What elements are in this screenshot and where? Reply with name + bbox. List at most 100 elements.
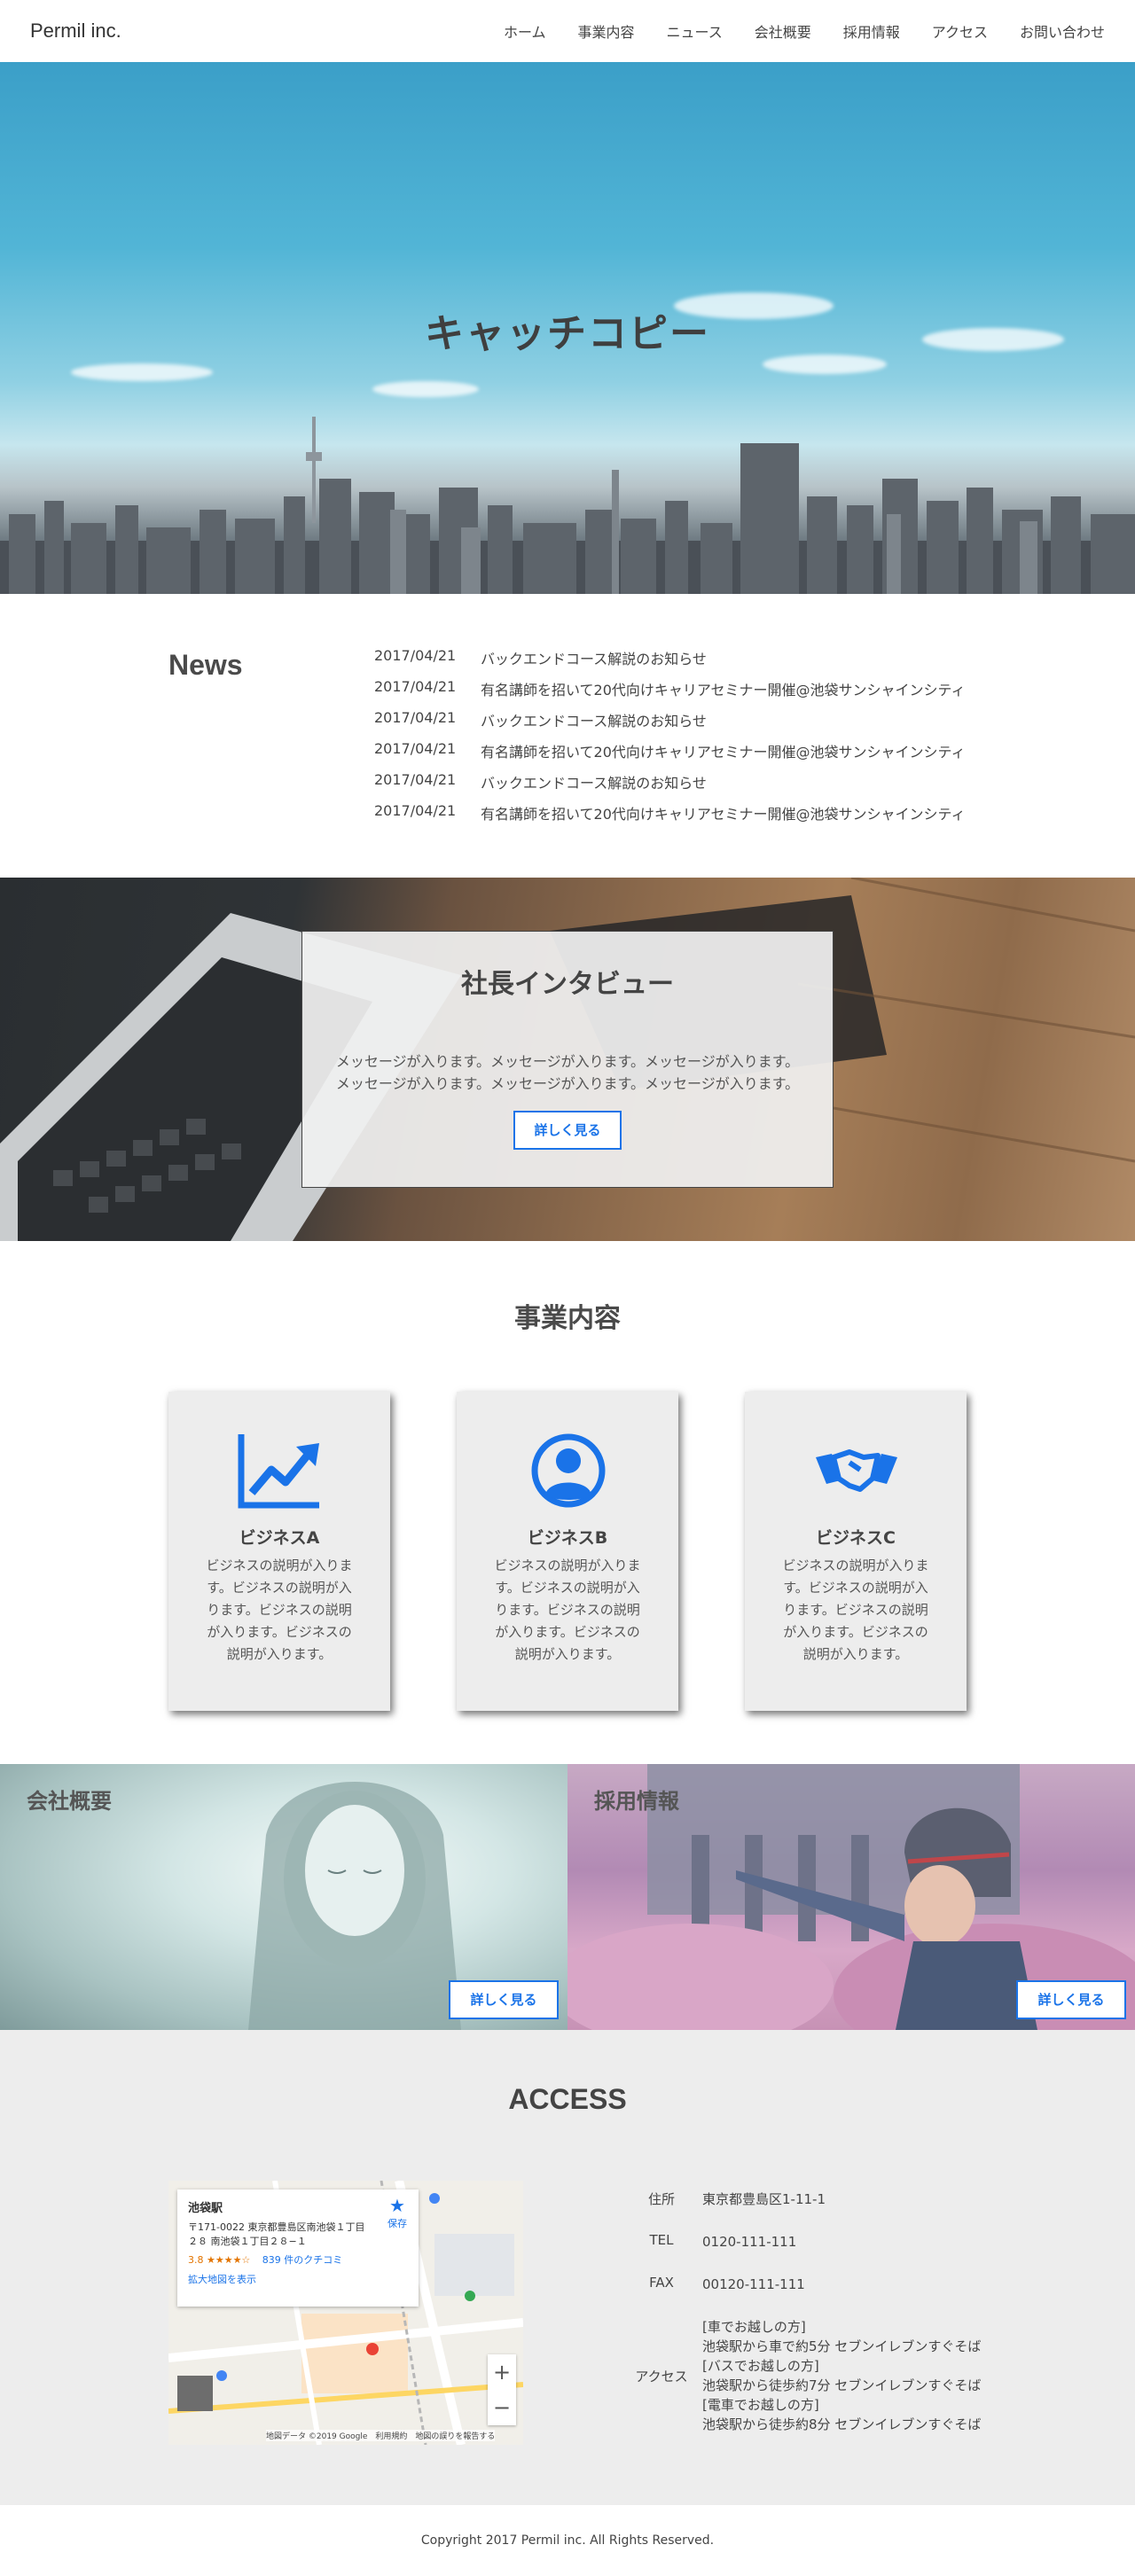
news-item[interactable]: 2017/04/21 バックエンドコース解説のお知らせ (374, 709, 966, 740)
business-card-b[interactable]: ビジネスB ビジネスの説明が入ります。ビジネスの説明が入ります。ビジネスの説明が… (457, 1392, 678, 1711)
info-row-tel: TEL 0120-111-111 (621, 2232, 981, 2275)
news-title[interactable]: バックエンドコース解説のお知らせ (481, 709, 707, 740)
map-place-name: 池袋駅 (188, 2202, 223, 2215)
business-card-description: ビジネスの説明が入ります。ビジネスの説明が入ります。ビジネスの説明が入ります。ビ… (494, 1557, 641, 1662)
news-date: 2017/04/21 (374, 802, 457, 819)
interview-title: 社長インタビュー (461, 969, 674, 1000)
news-section: News 2017/04/21 バックエンドコース解説のお知らせ 2017/04/… (0, 594, 1135, 878)
site-header: Permil inc. ホーム 事業内容 ニュース 会社概要 採用情報 アクセス… (0, 0, 1135, 62)
business-card-title: ビジネスA (239, 1528, 320, 1548)
recruit-panel-title: 採用情報 (594, 1789, 679, 1814)
news-title[interactable]: 有名講師を招いて20代向けキャリアセミナー開催@池袋サンシャインシティ (481, 802, 966, 833)
info-value-line: 池袋駅から車で約5分 セブンイレブンすぐそば (702, 2338, 982, 2354)
info-value: 00120-111-111 (702, 2276, 805, 2292)
company-panel: 会社概要 詳しく見る (0, 1764, 568, 2030)
business-card-title: ビジネスC (816, 1528, 896, 1548)
hero-cloud (71, 363, 213, 381)
info-label: TEL (649, 2232, 674, 2248)
handshake-icon (816, 1449, 897, 1492)
map-address-line: 〒171-0022 東京都豊島区南池袋１丁目 (188, 2221, 365, 2233)
recruit-panel: 採用情報 詳しく見る (568, 1764, 1135, 2030)
chart-trend-icon (238, 1434, 319, 1509)
info-value: 0120-111-111 (702, 2234, 797, 2250)
news-date: 2017/04/21 (374, 709, 457, 726)
news-date: 2017/04/21 (374, 771, 457, 788)
city-skyline-image (0, 417, 1135, 594)
interview-message: メッセージが入ります。メッセージが入ります。メッセージが入ります。 メッセージが… (302, 1050, 833, 1095)
info-value-line: [バスでお越しの方] (702, 2358, 819, 2374)
news-title[interactable]: 有名講師を招いて20代向けキャリアセミナー開催@池袋サンシャインシティ (481, 678, 966, 709)
news-date: 2017/04/21 (374, 678, 457, 695)
map-zoom-out-button[interactable]: − (488, 2390, 516, 2425)
news-item[interactable]: 2017/04/21 バックエンドコース解説のお知らせ (374, 647, 966, 678)
business-card-a[interactable]: ビジネスA ビジネスの説明が入ります。ビジネスの説明が入ります。ビジネスの説明が… (168, 1392, 390, 1711)
access-section: ACCESS 池袋駅 〒171-0022 東京都豊島区南池袋１丁目 ２８ 南池袋… (0, 2030, 1135, 2505)
nav-item-company[interactable]: 会社概要 (755, 20, 811, 42)
news-item[interactable]: 2017/04/21 バックエンドコース解説のお知らせ (374, 771, 966, 802)
recruit-details-button[interactable]: 詳しく見る (1016, 1980, 1126, 2019)
business-card-description: ビジネスの説明が入ります。ビジネスの説明が入ります。ビジネスの説明が入ります。ビ… (206, 1557, 353, 1662)
interview-message-line: メッセージが入ります。メッセージが入ります。メッセージが入ります。 (335, 1053, 800, 1070)
nav-item-contact[interactable]: お問い合わせ (1020, 20, 1105, 42)
info-label: 住所 (647, 2191, 675, 2207)
business-section: 事業内容 ビジネスA ビジネスの説明が入ります。ビジネスの説明が入ります。ビジネ… (0, 1241, 1135, 1764)
info-value-line: 池袋駅から徒歩約7分 セブンイレブンすぐそば (702, 2377, 982, 2393)
interview-details-button[interactable]: 詳しく見る (513, 1111, 622, 1150)
news-list: 2017/04/21 バックエンドコース解説のお知らせ 2017/04/21 有名講… (374, 647, 966, 833)
info-value-line: [車でお越しの方] (702, 2319, 806, 2335)
map-save-label: 保存 (387, 2218, 407, 2229)
map-zoom-control: + − (488, 2354, 516, 2425)
nav-item-access[interactable]: アクセス (932, 20, 988, 42)
site-footer: Copyright 2017 Permil inc. All Rights Re… (0, 2505, 1135, 2576)
info-value: 東京都豊島区1-11-1 (702, 2191, 826, 2207)
info-value-line: 池袋駅から徒歩約8分 セブンイレブンすぐそば (702, 2416, 982, 2432)
info-value: [車でお越しの方] 池袋駅から車で約5分 セブンイレブンすぐそば [バスでお越し… (702, 2317, 981, 2434)
info-row-address: 住所 東京都豊島区1-11-1 (621, 2190, 981, 2232)
hero-catchcopy: キャッチコピー (425, 311, 710, 356)
hero-cloud (372, 381, 479, 397)
news-title[interactable]: 有名講師を招いて20代向けキャリアセミナー開催@池袋サンシャインシティ (481, 740, 966, 771)
news-date: 2017/04/21 (374, 740, 457, 757)
news-date: 2017/04/21 (374, 647, 457, 664)
company-panel-title: 会社概要 (27, 1789, 112, 1814)
map-zoom-in-button[interactable]: + (488, 2354, 516, 2390)
map-reviews-link[interactable]: 839 件のクチコミ (262, 2254, 343, 2266)
news-item[interactable]: 2017/04/21 有名講師を招いて20代向けキャリアセミナー開催@池袋サンシャ… (374, 678, 966, 709)
map-address-line: ２８ 南池袋１丁目２８−１ (188, 2236, 307, 2247)
map-rating: 3.8 ★★★★☆ 839 件のクチコミ (188, 2252, 408, 2267)
business-card-title: ビジネスB (527, 1528, 608, 1548)
embedded-map[interactable]: 池袋駅 〒171-0022 東京都豊島区南池袋１丁目 ２８ 南池袋１丁目２８−１… (168, 2181, 523, 2445)
star-icon: ★ (389, 2195, 405, 2216)
news-item[interactable]: 2017/04/21 有名講師を招いて20代向けキャリアセミナー開催@池袋サンシャ… (374, 802, 966, 833)
company-details-button[interactable]: 詳しく見る (449, 1980, 559, 2019)
info-value-line: [電車でお越しの方] (702, 2397, 819, 2413)
copyright-text: Copyright 2017 Permil inc. All Rights Re… (420, 2533, 715, 2548)
news-title[interactable]: バックエンドコース解説のお知らせ (481, 647, 707, 678)
access-info: 住所 東京都豊島区1-11-1 TEL 0120-111-111 FAX 001… (621, 2190, 981, 2434)
business-card-description: ビジネスの説明が入ります。ビジネスの説明が入ります。ビジネスの説明が入ります。ビ… (782, 1557, 929, 1662)
interview-message-line: メッセージが入ります。メッセージが入ります。メッセージが入ります。 (335, 1075, 800, 1092)
site-logo[interactable]: Permil inc. (30, 20, 121, 43)
news-item[interactable]: 2017/04/21 有名講師を招いて20代向けキャリアセミナー開催@池袋サンシャ… (374, 740, 966, 771)
nav-item-business[interactable]: 事業内容 (578, 20, 635, 42)
interview-card: 社長インタビュー メッセージが入ります。メッセージが入ります。メッセージが入りま… (301, 931, 834, 1188)
news-heading: News (168, 649, 243, 681)
info-label: アクセス (635, 2368, 688, 2385)
access-heading: ACCESS (508, 2083, 627, 2115)
hero-section: キャッチコピー (0, 62, 1135, 594)
nav-item-home[interactable]: ホーム (504, 20, 546, 42)
info-row-fax: FAX 00120-111-111 (621, 2275, 981, 2317)
info-row-access: アクセス [車でお越しの方] 池袋駅から車で約5分 セブンイレブンすぐそば [バ… (621, 2317, 981, 2434)
nav-item-recruit[interactable]: 採用情報 (843, 20, 900, 42)
map-place-address: 〒171-0022 東京都豊島区南池袋１丁目 ２８ 南池袋１丁目２８−１ (188, 2221, 408, 2249)
interview-section: 社長インタビュー メッセージが入ります。メッセージが入ります。メッセージが入りま… (0, 878, 1135, 1241)
business-card-c[interactable]: ビジネスC ビジネスの説明が入ります。ビジネスの説明が入ります。ビジネスの説明が… (745, 1392, 967, 1711)
news-title[interactable]: バックエンドコース解説のお知らせ (481, 771, 707, 802)
map-rating-stars: 3.8 ★★★★☆ (188, 2254, 251, 2266)
main-nav: ホーム 事業内容 ニュース 会社概要 採用情報 アクセス お問い合わせ (472, 20, 1105, 42)
info-label: FAX (649, 2275, 674, 2291)
map-attribution: 地図データ ©2019 Google 利用規約 地図の誤りを報告する (266, 2430, 496, 2441)
map-larger-map-link[interactable]: 拡大地図を表示 (188, 2272, 408, 2286)
nav-item-news[interactable]: ニュース (667, 20, 723, 42)
map-save-button[interactable]: ★ 保存 (381, 2195, 413, 2230)
